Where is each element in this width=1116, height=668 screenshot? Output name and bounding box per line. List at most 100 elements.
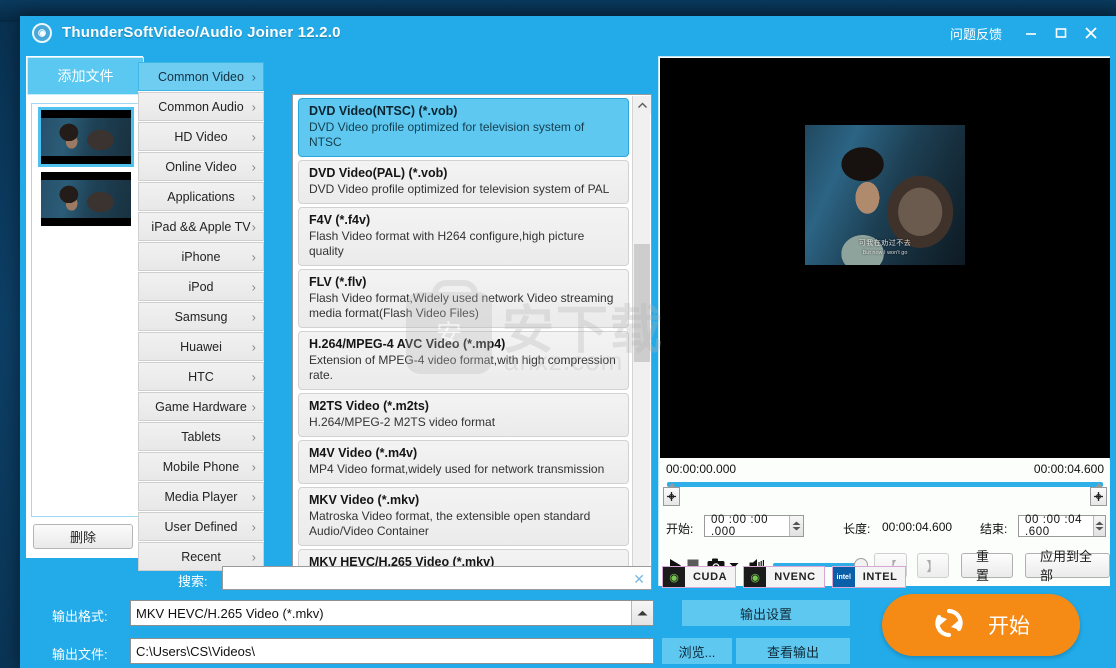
subtitle-cn: 可我在劝过不去 [858, 240, 912, 247]
category-item-label: HD Video [174, 129, 228, 144]
search-box[interactable]: ✕ [222, 566, 652, 590]
gpu-badge-label: INTEL [854, 567, 906, 587]
category-item-hd-video[interactable]: HD Video › [138, 122, 264, 151]
format-item-title: MKV Video (*.mkv) [309, 493, 420, 507]
output-format-combo[interactable]: MKV HEVC/H.265 Video (*.mkv) [130, 600, 654, 626]
add-file-button[interactable]: 添加文件 [27, 57, 144, 95]
format-item[interactable]: M4V Video (*.m4v) MP4 Video format,widely… [298, 440, 629, 484]
trim-track-bar[interactable] [667, 482, 1103, 487]
category-item-label: Huawei [180, 339, 222, 354]
format-item[interactable]: M2TS Video (*.m2ts) H.264/MPEG-2 M2TS vid… [298, 393, 629, 437]
nvidia-icon: ◉ [663, 567, 685, 587]
close-button[interactable] [1076, 16, 1106, 50]
file-list[interactable] [31, 103, 140, 517]
category-item-common-video[interactable]: Common Video › [138, 62, 264, 91]
output-file-label: 输出文件: [52, 647, 108, 662]
list-item[interactable] [40, 172, 131, 226]
length-label: 长度: [843, 522, 871, 536]
gpu-badge-intel[interactable]: intel INTEL [831, 566, 907, 588]
category-item-label: User Defined [164, 519, 238, 534]
format-item-description: MP4 Video format,widely used for network… [309, 462, 605, 476]
gpu-badge-label: CUDA [685, 567, 736, 587]
category-item-samsung[interactable]: Samsung › [138, 302, 264, 331]
category-item-mobile-phone[interactable]: Mobile Phone › [138, 452, 264, 481]
start-button-label: 开始 [988, 615, 1030, 638]
category-menu: Common Video › Common Audio › HD Video › Onlin… [138, 62, 264, 571]
video-image: 可我在劝过不去 But now I won't go [805, 125, 965, 265]
category-item-iphone[interactable]: iPhone › [138, 242, 264, 271]
format-item-title: FLV (*.flv) [309, 275, 367, 289]
format-item[interactable]: DVD Video(PAL) (*.vob) DVD Video profile … [298, 160, 629, 204]
scroll-up-icon[interactable] [633, 96, 651, 114]
trim-track[interactable] [660, 480, 1110, 512]
category-item-label: Media Player [164, 489, 238, 504]
format-item[interactable]: MKV Video (*.mkv) Matroska Video format, … [298, 487, 629, 546]
category-item-media-player[interactable]: Media Player › [138, 482, 264, 511]
format-item-description: Matroska Video format, the extensible op… [309, 509, 591, 538]
gpu-badge-cuda[interactable]: ◉ CUDA [662, 566, 737, 588]
format-item[interactable]: FLV (*.flv) Flash Video format,Widely use… [298, 269, 629, 328]
delete-button[interactable]: 删除 [33, 524, 133, 549]
format-item-description: DVD Video profile optimized for televisi… [309, 120, 585, 149]
feedback-link[interactable]: 问题反馈 [936, 24, 1016, 43]
chevron-right-icon: › [251, 159, 256, 174]
view-output-button[interactable]: 查看输出 [736, 638, 850, 664]
format-item-title: DVD Video(PAL) (*.vob) [309, 166, 448, 180]
preview-panel: 可我在劝过不去 But now I won't go 00:00:00.000 … [658, 56, 1111, 586]
minimize-button[interactable] [1016, 16, 1046, 50]
category-item-label: Applications [167, 189, 235, 204]
format-item[interactable]: F4V (*.f4v) Flash Video format with H264 … [298, 207, 629, 266]
video-preview[interactable]: 可我在劝过不去 But now I won't go [660, 58, 1110, 458]
file-panel: 添加文件 删除 [26, 56, 144, 558]
format-list-scrollbar[interactable] [632, 96, 651, 588]
gpu-badge-nvenc[interactable]: ◉ NVENC [743, 566, 825, 588]
format-item-title: F4V (*.f4v) [309, 213, 371, 227]
timeline-times: 00:00:00.000 00:00:04.600 [660, 460, 1110, 480]
scrollbar-thumb[interactable] [634, 244, 650, 362]
chevron-right-icon: › [251, 129, 256, 144]
category-item-user-defined[interactable]: User Defined › [138, 512, 264, 541]
category-item-tablets[interactable]: Tablets › [138, 422, 264, 451]
format-list[interactable]: DVD Video(NTSC) (*.vob) DVD Video profile… [294, 96, 632, 588]
category-item-online-video[interactable]: Online Video › [138, 152, 264, 181]
output-format-label: 输出格式: [52, 609, 108, 624]
category-item-huawei[interactable]: Huawei › [138, 332, 264, 361]
search-input[interactable] [227, 569, 627, 587]
maximize-button[interactable] [1046, 16, 1076, 50]
chevron-right-icon: › [251, 399, 256, 414]
chevron-up-icon[interactable] [631, 601, 653, 625]
category-item-applications[interactable]: Applications › [138, 182, 264, 211]
trim-handle-right[interactable] [1090, 483, 1107, 506]
end-time-spin-buttons[interactable] [1092, 516, 1105, 536]
gpu-badge-label: NVENC [766, 567, 824, 587]
start-button[interactable]: 开始 [882, 594, 1080, 656]
format-item[interactable]: DVD Video(NTSC) (*.vob) DVD Video profile… [298, 98, 629, 157]
length-value: 00:00:04.600 [882, 520, 953, 534]
output-path-field[interactable]: C:\Users\CS\Videos\ [130, 638, 654, 664]
start-time-stepper[interactable]: 00 :00 :00 .000 [704, 514, 804, 538]
category-item-htc[interactable]: HTC › [138, 362, 264, 391]
end-time-stepper[interactable]: 00 :00 :04 .600 [1018, 514, 1106, 538]
start-time-spin-buttons[interactable] [788, 516, 803, 536]
clear-search-icon[interactable]: ✕ [633, 571, 645, 588]
chevron-right-icon: › [251, 339, 256, 354]
trim-handle-left[interactable] [663, 483, 680, 506]
format-item-description: H.264/MPEG-2 M2TS video format [309, 415, 496, 429]
category-item-ipad-apple-tv[interactable]: iPad && Apple TV › [138, 212, 264, 241]
category-item-game-hardware[interactable]: Game Hardware › [138, 392, 264, 421]
title-bar: ThunderSoftVideo/Audio Joiner 12.2.0 问题反… [20, 16, 1116, 50]
format-item[interactable]: H.264/MPEG-4 AVC Video (*.mp4) Extension … [298, 331, 629, 390]
application-window: ThunderSoftVideo/Audio Joiner 12.2.0 问题反… [20, 16, 1116, 668]
nvidia-icon: ◉ [744, 567, 767, 587]
category-item-ipod[interactable]: iPod › [138, 272, 264, 301]
video-frame: 可我在劝过不去 But now I won't go [805, 58, 965, 458]
list-item[interactable] [37, 107, 134, 167]
chevron-right-icon: › [251, 549, 256, 564]
search-row: 搜索: ✕ ◉ CUDA ◉ NVENC intel INTEL [20, 564, 1116, 594]
category-item-common-audio[interactable]: Common Audio › [138, 92, 264, 121]
format-item-description: Flash Video format,Widely used network V… [309, 291, 614, 320]
format-item-description: Extension of MPEG-4 video format,with hi… [309, 353, 616, 382]
output-settings-button[interactable]: 输出设置 [682, 600, 850, 626]
format-item-title: H.264/MPEG-4 AVC Video (*.mp4) [309, 337, 506, 351]
browse-button[interactable]: 浏览... [662, 638, 732, 664]
